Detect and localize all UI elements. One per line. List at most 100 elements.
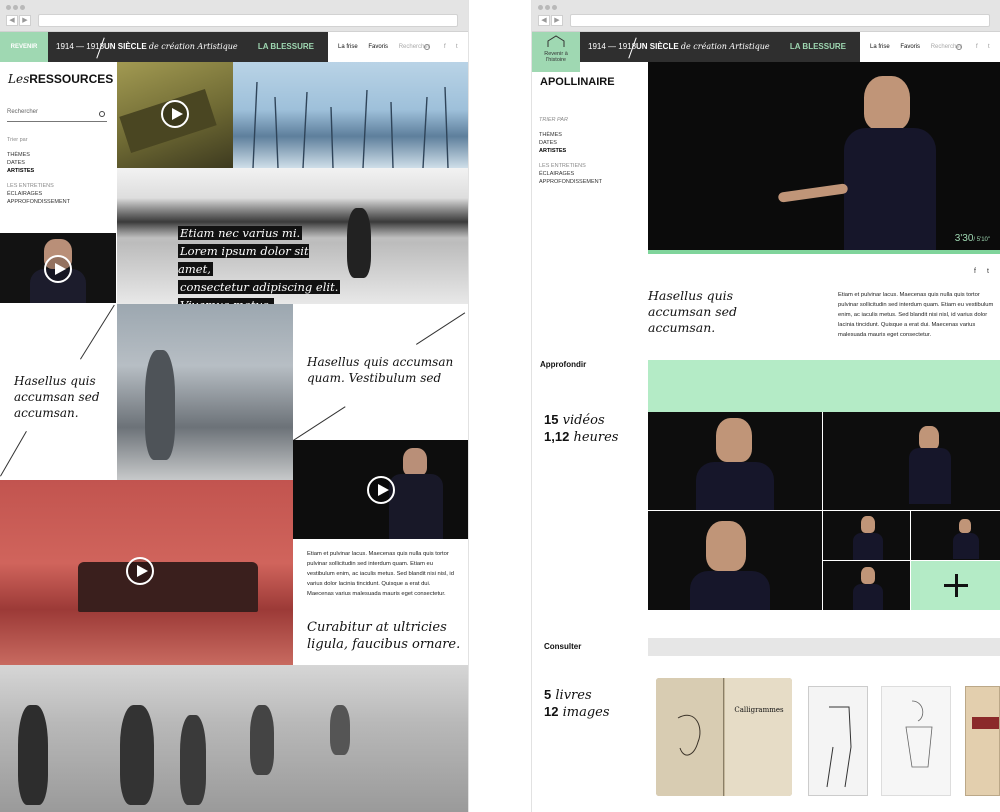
page-title: APOLLINAIRE xyxy=(540,76,615,88)
video-thumbnail[interactable] xyxy=(823,511,911,561)
portrait-sketch xyxy=(677,715,701,756)
soldier-figure xyxy=(250,705,274,775)
filter-eclairages[interactable]: ÉCLAIRAGES xyxy=(7,191,42,199)
train-silhouette xyxy=(78,562,258,612)
image-soldiers-march[interactable] xyxy=(0,665,468,812)
twitter-icon[interactable]: t xyxy=(456,37,458,57)
body xyxy=(690,571,770,610)
filter-approfondissement[interactable]: APPROFONDISSEMENT xyxy=(539,179,602,187)
menu-favoris[interactable]: Favoris xyxy=(368,44,388,50)
window-dot[interactable] xyxy=(552,5,557,10)
soldier-figure xyxy=(145,350,175,460)
image-sketch-1[interactable] xyxy=(808,686,868,796)
play-icon[interactable] xyxy=(44,255,72,283)
headline-line: consectetur adipiscing elit. xyxy=(178,280,341,294)
category-label[interactable]: LA BLESSURE xyxy=(258,32,314,62)
site-title[interactable]: UN SIÈCLE de création Artistique xyxy=(636,32,770,62)
video-thumbnail[interactable] xyxy=(648,511,823,610)
section-banner xyxy=(648,360,1000,412)
menu-frise[interactable]: La frise xyxy=(338,44,358,50)
body xyxy=(853,584,883,610)
video-player[interactable]: 3'30/ 5'10" xyxy=(648,62,1000,252)
body xyxy=(389,474,443,539)
window-dot[interactable] xyxy=(13,5,18,10)
quote-text: Curabitur at ultricies ligula, faucibus … xyxy=(307,620,461,652)
filter-artistes[interactable]: ARTISTES xyxy=(7,168,34,176)
video-thumbnail[interactable] xyxy=(823,561,911,610)
video-thumbnail-train[interactable] xyxy=(0,480,293,665)
facebook-icon[interactable]: f xyxy=(974,268,976,275)
title-bar: 1914 — 1918 UN SIÈCLE de création Artist… xyxy=(48,32,328,62)
twitter-icon[interactable]: t xyxy=(987,268,989,275)
soldier-figure xyxy=(330,705,350,755)
search-icon[interactable] xyxy=(424,44,430,50)
search-icon[interactable] xyxy=(956,44,962,50)
face xyxy=(706,521,746,571)
window-dot[interactable] xyxy=(538,5,543,10)
body xyxy=(909,448,951,504)
filter-eclairages[interactable]: ÉCLAIRAGES xyxy=(539,171,574,179)
menu-frise[interactable]: La frise xyxy=(870,44,890,50)
face xyxy=(716,418,752,462)
forward-arrow-icon[interactable]: ▶ xyxy=(551,15,563,26)
browser-window-apollinaire: ◀ ▶ Revenir à l'histoire 1914 — 1918 UN … xyxy=(532,0,1000,812)
filter-themes[interactable]: THÈMES xyxy=(7,152,30,160)
soldier-figure xyxy=(18,705,48,805)
image-trench-soldier[interactable] xyxy=(117,304,293,480)
video-thumbnail-interview[interactable] xyxy=(293,440,468,539)
video-thumbnail[interactable] xyxy=(648,412,823,511)
image-sketch-2[interactable] xyxy=(881,686,951,796)
quote-text: Hasellus quis accumsan sed accumsan. xyxy=(648,288,738,335)
filter-approfondissement[interactable]: APPROFONDISSEMENT xyxy=(7,199,70,207)
back-arrow-icon[interactable]: ◀ xyxy=(6,15,18,26)
soldier-figure xyxy=(180,715,206,805)
forward-arrow-icon[interactable]: ▶ xyxy=(19,15,31,26)
book-calligrammes[interactable]: Calligrammes xyxy=(656,678,792,796)
video-thumbnail-tank[interactable] xyxy=(117,62,233,168)
face xyxy=(959,519,971,533)
site-header: REVENIR 1914 — 1918 UN SIÈCLE de créatio… xyxy=(0,32,468,62)
video-thumbnail[interactable] xyxy=(823,412,1000,511)
decorative-line xyxy=(416,312,466,345)
window-dot[interactable] xyxy=(20,5,25,10)
window-dot[interactable] xyxy=(545,5,550,10)
body xyxy=(853,533,883,560)
facebook-icon[interactable]: f xyxy=(444,37,446,57)
filter-dates[interactable]: DATES xyxy=(539,140,557,148)
filter-artistes[interactable]: ARTISTES xyxy=(539,148,566,156)
filter-themes[interactable]: THÈMES xyxy=(539,132,562,140)
figure-sketch xyxy=(905,700,933,768)
facebook-icon[interactable]: f xyxy=(976,37,978,57)
filter-dates[interactable]: DATES xyxy=(7,160,25,168)
filter-entretiens[interactable]: LES ENTRETIENS xyxy=(539,163,586,171)
more-videos-button[interactable] xyxy=(911,561,1000,610)
menu-favoris[interactable]: Favoris xyxy=(900,44,920,50)
video-thumbnail-interview[interactable] xyxy=(0,233,116,303)
bare-trees xyxy=(252,81,449,168)
address-bar[interactable] xyxy=(570,14,990,27)
hours-count: 1,12 heures xyxy=(544,429,619,445)
filter-entretiens[interactable]: LES ENTRETIENS xyxy=(7,183,54,191)
image-forest[interactable] xyxy=(233,62,468,168)
headline-overlay: Etiam nec varius mi. Lorem ipsum dolor s… xyxy=(178,224,346,314)
twitter-icon[interactable]: t xyxy=(988,37,990,57)
decorative-line xyxy=(293,406,346,441)
search-icon[interactable] xyxy=(99,111,105,117)
back-to-story-button[interactable]: Revenir à l'histoire xyxy=(532,32,580,72)
face xyxy=(861,516,875,533)
progress-fill xyxy=(648,250,1000,254)
back-arrow-icon[interactable]: ◀ xyxy=(538,15,550,26)
back-button[interactable]: REVENIR xyxy=(0,32,48,62)
video-thumbnail[interactable] xyxy=(911,511,1000,561)
site-title[interactable]: UN SIÈCLE de création Artistique xyxy=(104,32,238,62)
play-icon[interactable] xyxy=(161,100,189,128)
image-poster[interactable] xyxy=(965,686,1000,796)
play-icon[interactable] xyxy=(367,476,395,504)
search-input[interactable]: Rechercher xyxy=(7,109,107,122)
window-dot[interactable] xyxy=(6,5,11,10)
quote-text: Hasellus quis accumsan quam. Vestibulum … xyxy=(307,355,454,385)
play-icon[interactable] xyxy=(126,557,154,585)
address-bar[interactable] xyxy=(38,14,458,27)
category-label[interactable]: LA BLESSURE xyxy=(790,32,846,62)
progress-track[interactable] xyxy=(648,250,1000,254)
